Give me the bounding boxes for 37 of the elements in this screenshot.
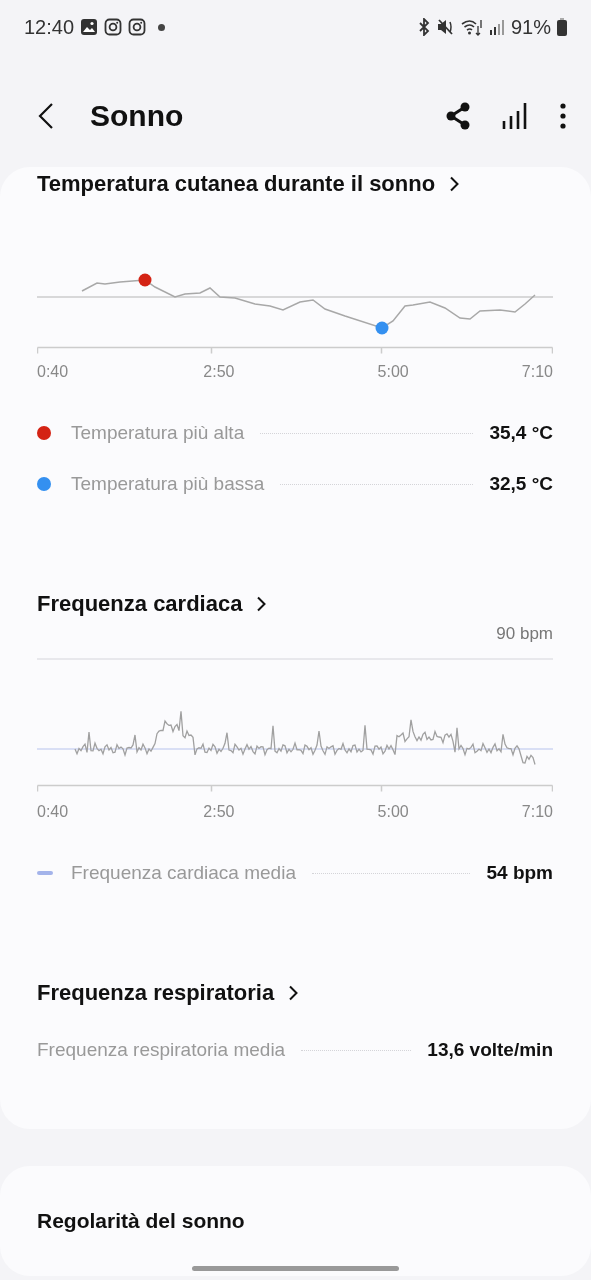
gallery-icon — [80, 18, 99, 36]
card-title: Regolarità del sonno — [37, 1209, 245, 1233]
chevron-right-icon — [449, 176, 460, 192]
mute-icon — [436, 18, 455, 36]
metric-label: Frequenza cardiaca media — [71, 862, 296, 884]
dot-icon — [158, 23, 166, 31]
signal-icon — [488, 19, 505, 35]
section-title-link[interactable]: Frequenza respiratoria — [37, 978, 299, 1008]
more-options-icon — [559, 102, 567, 130]
chevron-right-icon — [256, 596, 267, 612]
chevron-right-icon — [288, 985, 299, 1001]
wifi-icon — [460, 18, 483, 36]
battery-icon — [557, 18, 567, 36]
x-axis-label: 0:40 — [37, 803, 69, 821]
clock-time: 12:40 — [24, 15, 75, 39]
page-title: Sonno — [90, 99, 185, 133]
x-axis-label: 5:00 — [377, 363, 409, 381]
metric-label: Temperatura più alta — [71, 422, 245, 444]
x-axis-label: 7:10 — [521, 803, 553, 821]
metric-value: 13,6 volte/min — [427, 1039, 553, 1061]
x-axis-label: 7:10 — [521, 363, 553, 381]
x-axis-label: 2:50 — [203, 803, 235, 821]
metric-value: 54 bpm — [486, 862, 553, 884]
metric-value: 32,5 °C — [489, 473, 553, 495]
y-axis-label: 90 bpm — [496, 624, 553, 644]
section-title-link[interactable]: Frequenza cardiaca — [37, 589, 267, 619]
camera-icon — [104, 18, 123, 36]
metric-value: 35,4 °C — [489, 422, 553, 444]
metric-label: Temperatura più bassa — [71, 473, 265, 495]
section-title-link[interactable]: Temperatura cutanea durante il sonno — [37, 169, 460, 199]
x-axis-label: 2:50 — [203, 363, 235, 381]
battery-percentage: 91% — [510, 15, 551, 39]
x-axis-label: 5:00 — [377, 803, 409, 821]
metric-label: Frequenza respiratoria media — [37, 1039, 286, 1061]
bluetooth-icon — [416, 18, 431, 36]
x-axis-label: 0:40 — [37, 363, 69, 381]
camera-icon — [128, 18, 147, 36]
